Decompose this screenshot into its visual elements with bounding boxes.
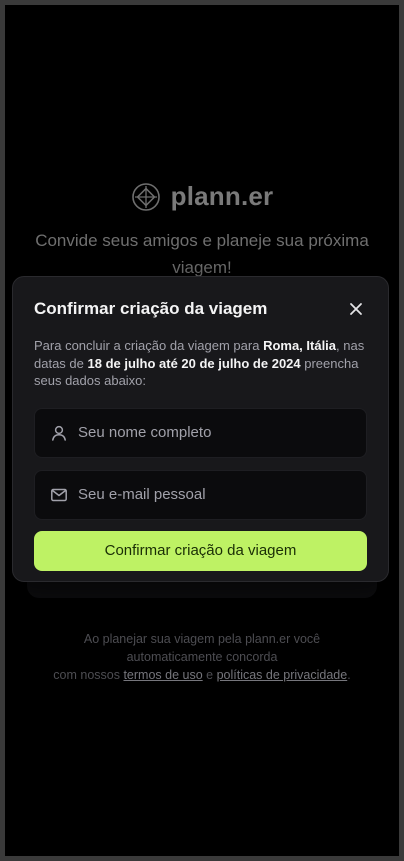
footer-line-3-suffix: . bbox=[347, 668, 351, 682]
close-button[interactable] bbox=[345, 298, 367, 320]
tagline: Convide seus amigos e planeje sua próxim… bbox=[35, 231, 369, 277]
logo: plann.er bbox=[5, 181, 399, 212]
confirm-trip-button[interactable]: Confirmar criação da viagem bbox=[34, 530, 367, 571]
terms-link[interactable]: termos de uso bbox=[123, 668, 202, 682]
footer-line-3-prefix: com nossos bbox=[53, 668, 124, 682]
modal-title: Confirmar criação da viagem bbox=[34, 299, 268, 318]
destination: Roma, Itália bbox=[263, 338, 337, 353]
modal-header: Confirmar criação da viagem bbox=[34, 297, 367, 321]
confirm-trip-modal: Confirmar criação da viagem Para conclui… bbox=[12, 276, 389, 582]
footer-legal: Ao planejar sua viagem pela plann.er voc… bbox=[25, 630, 379, 684]
close-icon bbox=[350, 303, 362, 315]
user-icon bbox=[52, 425, 66, 441]
footer-conjunction: e bbox=[202, 668, 217, 682]
name-input[interactable] bbox=[78, 424, 351, 441]
footer-line-3: com nossos termos de uso e políticas de … bbox=[25, 666, 379, 684]
name-field bbox=[34, 407, 367, 458]
modal-description: Para concluir a criação da viagem para R… bbox=[34, 337, 367, 390]
footer-line-1: Ao planejar sua viagem pela plann.er voc… bbox=[83, 632, 321, 646]
footer-line-2: automaticamente concorda bbox=[126, 650, 278, 664]
trip-dates: 18 de julho até 20 de julho de 2024 bbox=[87, 355, 301, 371]
screen: plann.er Convide seus amigos e planeje s… bbox=[5, 5, 399, 856]
privacy-link[interactable]: políticas de privacidade bbox=[217, 668, 348, 682]
globe-logo-icon bbox=[131, 182, 160, 211]
logo-text: plann.er bbox=[170, 181, 274, 211]
desc-prefix: Para concluir a criação da viagem para bbox=[34, 338, 264, 353]
email-input[interactable] bbox=[78, 486, 351, 503]
mail-icon bbox=[51, 488, 67, 501]
email-field bbox=[34, 469, 367, 520]
